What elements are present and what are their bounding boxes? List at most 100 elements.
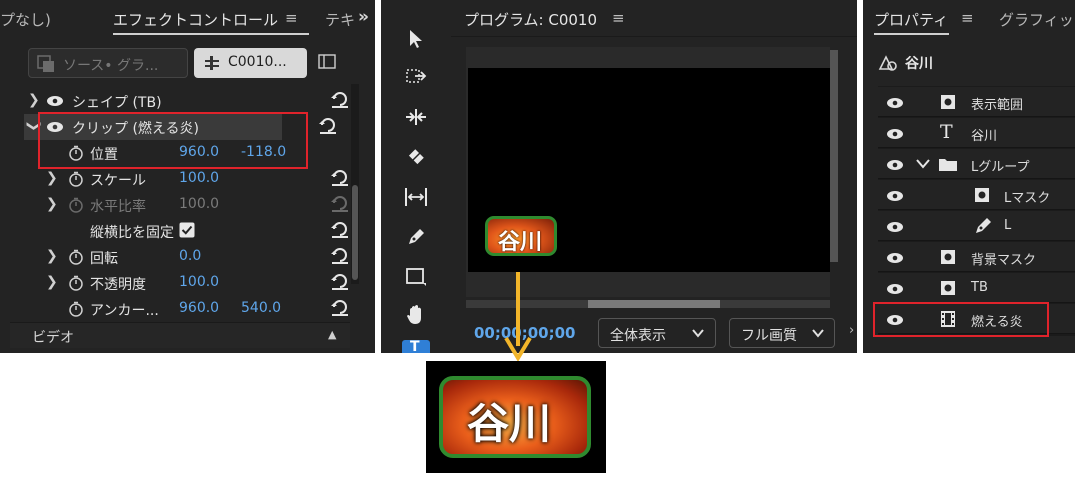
section-video[interactable]: ビデオ ▲ [10,322,350,348]
eye-icon[interactable] [886,190,904,202]
tab-graphics[interactable]: グラフィッ [999,9,1074,30]
preview-title-text: 谷川 [467,399,552,448]
program-monitor-title[interactable]: プログラム: C0010 [464,9,597,30]
chevron-down-icon[interactable] [916,159,930,169]
tab-partial[interactable]: プなし) [0,9,51,30]
eye-icon[interactable] [886,283,904,295]
eye-icon[interactable] [886,128,904,140]
type-tool-icon[interactable]: T [402,340,430,353]
panel-menu-icon[interactable]: ≡ [961,9,974,27]
panel-layout-icon[interactable] [318,54,336,70]
hand-tool-icon[interactable] [398,300,434,330]
properties-clip-name: 谷川 [905,56,933,72]
panel-menu-icon[interactable]: ≡ [612,9,625,27]
track-select-tool-icon[interactable] [398,62,434,92]
expand-chevron-icon[interactable]: ❯ [28,92,40,108]
layer-row[interactable]: T 谷川 [878,118,1075,148]
zoom-level-select[interactable]: 全体表示 [598,318,716,348]
mask-icon [941,281,955,295]
razor-tool-icon[interactable] [398,142,434,172]
slip-tool-icon[interactable] [398,182,434,212]
layer-row[interactable]: L [878,211,1075,241]
layer-name: Lグループ [971,160,1030,175]
checkbox-checked[interactable] [179,222,195,238]
row-uniform-scale[interactable]: 縦横比を固定 [24,218,350,244]
reset-icon[interactable] [330,91,350,109]
row-label: 縦横比を固定 [90,225,174,241]
overflow-tabs-icon[interactable]: » [358,7,369,27]
anchor-x-value[interactable]: 960.0 [179,300,219,316]
selection-tool-icon[interactable] [398,24,434,54]
eye-icon[interactable] [886,221,904,233]
stopwatch-icon[interactable] [68,249,84,265]
eye-icon[interactable] [886,97,904,109]
zoom-level-value: 全体表示 [610,328,666,344]
ripple-edit-tool-icon[interactable] [398,102,434,132]
rectangle-tool-icon[interactable] [398,262,434,292]
title-graphic-small[interactable]: 谷川 [485,216,557,256]
tab-properties[interactable]: プロパティ [874,9,948,30]
eye-icon[interactable] [886,159,904,171]
reset-icon [331,196,348,212]
text-icon: T [940,121,953,143]
horizontal-ratio-value: 100.0 [179,196,220,212]
row-label: 不透明度 [90,277,146,293]
active-tab-underline [874,33,949,35]
stopwatch-icon[interactable] [68,301,84,317]
source-button[interactable]: ソース• グラ... [28,48,188,78]
panel-menu-icon[interactable]: ≡ [285,9,298,27]
graphic-clip-icon [878,55,897,71]
row-scale[interactable]: ❯ スケール 100.0 [24,166,350,192]
tab-text[interactable]: テキ [325,9,355,30]
collapse-up-icon[interactable]: ▲ [328,328,336,341]
scrollbar-thumb[interactable] [352,185,358,280]
more-icon[interactable]: › [849,323,854,338]
reset-icon[interactable] [330,299,350,317]
layer-name: 表示範囲 [971,98,1024,113]
tab-effect-controls[interactable]: エフェクトコントロール [113,9,278,30]
eye-icon[interactable] [886,252,904,264]
layer-row[interactable]: 背景マスク [878,242,1075,272]
row-opacity[interactable]: ❯ 不透明度 100.0 [24,270,350,296]
row-horizontal-ratio[interactable]: ❯ 水平比率 100.0 [24,192,350,218]
expand-chevron-icon[interactable]: ❯ [46,274,58,290]
row-anchor[interactable]: アンカー... 960.0 540.0 [24,296,350,322]
title-graphic-text: 谷川 [498,230,543,255]
layer-row[interactable]: 表示範囲 [878,87,1075,117]
clip-button[interactable]: C0010... [194,48,307,78]
viewer-scrollbar-vertical[interactable] [830,50,838,262]
active-tab-underline [113,33,309,35]
viewer-scrollbar-thumb[interactable] [588,300,720,308]
reset-icon[interactable] [330,221,350,239]
effect-controls-panel: プなし) エフェクトコントロール ≡ テキ » ソース• グラ... C0010… [0,0,375,353]
reset-icon[interactable] [330,247,350,265]
pen-tool-icon[interactable] [398,222,434,252]
row-rotation[interactable]: ❯ 回転 0.0 [24,244,350,270]
stopwatch-icon[interactable] [68,171,84,187]
scale-value[interactable]: 100.0 [179,170,219,186]
reset-icon[interactable] [330,169,350,187]
opacity-value[interactable]: 100.0 [179,274,219,290]
graphic-icon [37,55,54,72]
layer-row[interactable]: TB [878,273,1075,303]
chevron-down-icon [692,329,704,338]
preview-title-graphic: 谷川 [439,376,591,458]
reset-icon[interactable] [330,273,350,291]
rotation-value[interactable]: 0.0 [179,248,201,264]
expand-chevron-icon[interactable]: ❯ [46,170,58,186]
layer-row[interactable]: Lグループ [878,149,1075,179]
anchor-y-value[interactable]: 540.0 [241,300,281,316]
pen-icon [976,218,991,233]
sequence-icon [205,56,219,70]
reset-icon[interactable] [318,117,338,135]
layer-row[interactable]: Lマスク [878,180,1075,210]
layer-name: 谷川 [971,129,998,144]
expand-chevron-icon[interactable]: ❯ [46,196,58,212]
stopwatch-icon[interactable] [68,275,84,291]
divider [451,36,857,37]
expand-chevron-icon[interactable]: ❯ [46,248,58,264]
playback-quality-select[interactable]: フル画質 [729,318,835,348]
row-shape-tb[interactable]: ❯ シェイプ (TB) [24,88,350,114]
mask-icon [975,188,989,202]
eye-icon[interactable] [46,95,64,107]
